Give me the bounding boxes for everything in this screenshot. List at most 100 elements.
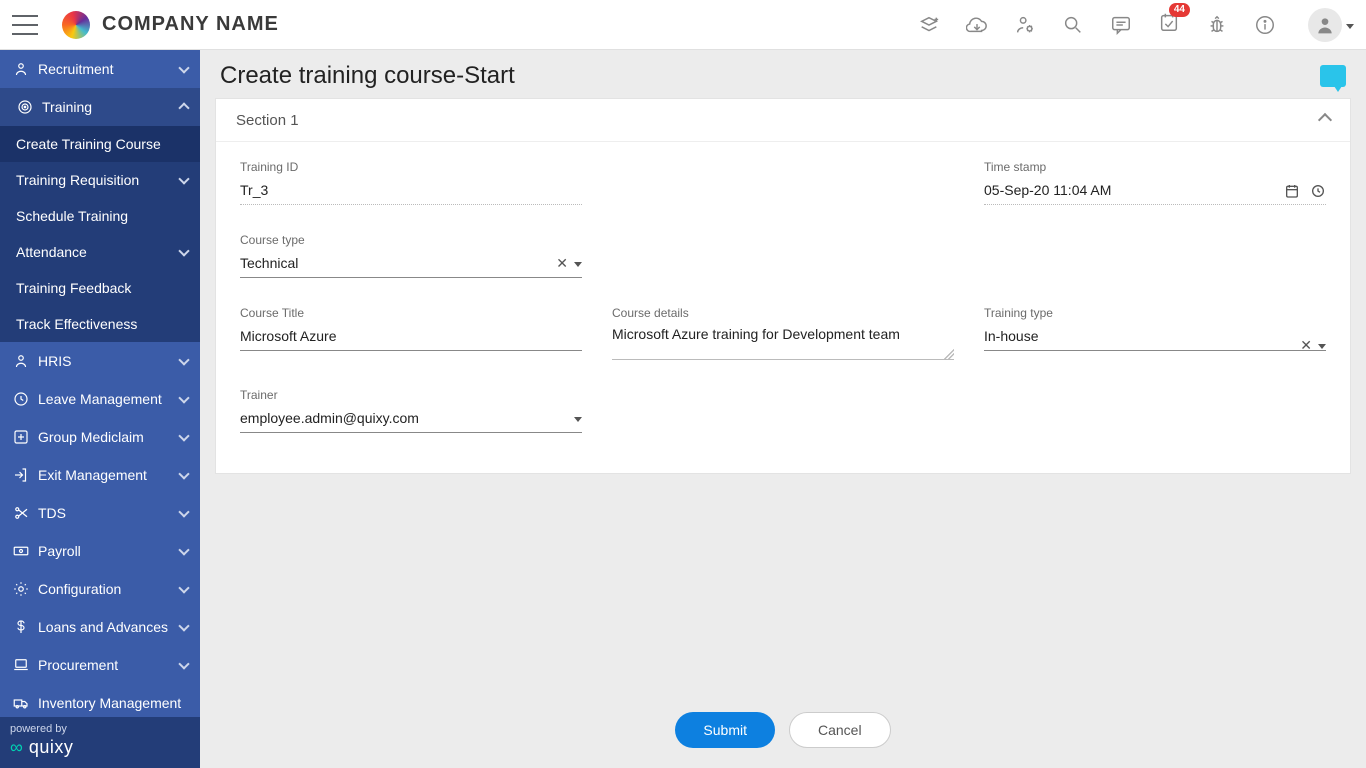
sidebar-item-schedule-training[interactable]: Schedule Training: [0, 198, 200, 234]
chevron-down-icon[interactable]: [574, 409, 582, 427]
dollar-icon: [12, 618, 30, 636]
chevron-down-icon: [180, 467, 188, 483]
sidebar-footer: powered by ∞ quixy: [0, 717, 200, 768]
exit-icon: [12, 466, 30, 484]
clear-icon[interactable]: ✕: [556, 255, 568, 272]
logo-icon: [62, 11, 90, 39]
chevron-up-icon: [1320, 111, 1330, 129]
sidebar: Recruitment Training Create Training Cou…: [0, 50, 200, 768]
truck-icon: [12, 694, 30, 712]
chevron-down-icon: [180, 244, 188, 260]
sidebar-item-leave-management[interactable]: Leave Management: [0, 380, 200, 418]
timestamp-label: Time stamp: [984, 160, 1326, 174]
course-type-value: Technical: [240, 253, 582, 278]
trainer-label: Trainer: [240, 388, 582, 402]
course-title-value: Microsoft Azure: [240, 326, 582, 351]
course-type-label: Course type: [240, 233, 582, 247]
timestamp-field[interactable]: Time stamp 05-Sep-20 11:04 AM: [984, 160, 1326, 205]
cloud-download-icon[interactable]: [966, 14, 988, 36]
training-type-value: In-house: [984, 326, 1326, 351]
chevron-down-icon: [180, 505, 188, 521]
course-details-field[interactable]: Course details Microsoft Azure training …: [612, 306, 954, 360]
sidebar-item-create-training-course[interactable]: Create Training Course: [0, 126, 200, 162]
sidebar-item-attendance[interactable]: Attendance: [0, 234, 200, 270]
scissors-icon: [12, 504, 30, 522]
chevron-down-icon: [180, 172, 188, 188]
main-content: Create training course-Start Section 1 T…: [200, 50, 1366, 768]
brand-logo[interactable]: ∞ quixy: [10, 737, 190, 758]
training-type-field[interactable]: Training type In-house ✕: [984, 306, 1326, 360]
clear-icon[interactable]: ✕: [1300, 337, 1312, 354]
course-details-value: Microsoft Azure training for Development…: [612, 326, 954, 360]
section-title: Section 1: [236, 112, 299, 129]
infinity-icon: ∞: [10, 737, 23, 758]
cancel-button[interactable]: Cancel: [789, 712, 891, 748]
timestamp-value: 05-Sep-20 11:04 AM: [984, 180, 1326, 205]
sidebar-item-configuration[interactable]: Configuration: [0, 570, 200, 608]
logo-area[interactable]: COMPANY NAME: [62, 11, 279, 39]
chevron-down-icon: [180, 391, 188, 407]
menu-toggle-icon[interactable]: [12, 15, 38, 35]
chevron-down-icon: [180, 657, 188, 673]
sidebar-item-exit-management[interactable]: Exit Management: [0, 456, 200, 494]
chevron-down-icon: [180, 543, 188, 559]
training-id-value: Tr_3: [240, 180, 582, 205]
user-menu[interactable]: [1308, 8, 1354, 42]
sidebar-item-tds[interactable]: TDS: [0, 494, 200, 532]
medical-icon: [12, 428, 30, 446]
sidebar-item-payroll[interactable]: Payroll: [0, 532, 200, 570]
person-icon: [12, 352, 30, 370]
user-settings-icon[interactable]: [1014, 14, 1036, 36]
info-icon[interactable]: [1254, 14, 1276, 36]
bug-icon[interactable]: [1206, 14, 1228, 36]
trainer-value: employee.admin@quixy.com: [240, 408, 582, 433]
trainer-field[interactable]: Trainer employee.admin@quixy.com: [240, 388, 582, 433]
sidebar-item-training[interactable]: Training: [0, 88, 200, 126]
search-icon[interactable]: [1062, 14, 1084, 36]
training-id-label: Training ID: [240, 160, 582, 174]
sidebar-item-hris[interactable]: HRIS: [0, 342, 200, 380]
chevron-down-icon: [180, 581, 188, 597]
company-name: COMPANY NAME: [102, 13, 279, 36]
submit-button[interactable]: Submit: [675, 712, 775, 748]
header-actions: 44: [918, 8, 1354, 42]
target-icon: [16, 98, 34, 116]
chevron-down-icon[interactable]: [1318, 336, 1326, 354]
sidebar-item-training-feedback[interactable]: Training Feedback: [0, 270, 200, 306]
notification-badge: 44: [1169, 3, 1190, 17]
chevron-down-icon: [180, 61, 188, 77]
clock-icon: [12, 390, 30, 408]
chevron-down-icon: [180, 353, 188, 369]
money-icon: [12, 542, 30, 560]
clock-icon[interactable]: [1310, 183, 1326, 199]
chevron-down-icon: [1346, 16, 1354, 34]
tasks-icon[interactable]: 44: [1158, 11, 1180, 38]
chat-icon[interactable]: [1320, 65, 1346, 87]
chevron-down-icon: [180, 429, 188, 445]
sidebar-item-group-mediclaim[interactable]: Group Mediclaim: [0, 418, 200, 456]
layers-add-icon[interactable]: [918, 14, 940, 36]
sidebar-item-track-effectiveness[interactable]: Track Effectiveness: [0, 306, 200, 342]
avatar-icon: [1308, 8, 1342, 42]
course-details-label: Course details: [612, 306, 954, 320]
sidebar-item-recruitment[interactable]: Recruitment: [0, 50, 200, 88]
course-type-field[interactable]: Course type Technical ✕: [240, 233, 582, 278]
recruitment-icon: [12, 60, 30, 78]
course-title-label: Course Title: [240, 306, 582, 320]
section-header[interactable]: Section 1: [216, 99, 1350, 141]
sidebar-item-procurement[interactable]: Procurement: [0, 646, 200, 684]
chevron-down-icon: [180, 619, 188, 635]
sidebar-item-training-requisition[interactable]: Training Requisition: [0, 162, 200, 198]
training-id-field[interactable]: Training ID Tr_3: [240, 160, 582, 205]
resize-handle-icon[interactable]: [944, 349, 954, 359]
message-icon[interactable]: [1110, 14, 1132, 36]
sidebar-item-loans-advances[interactable]: Loans and Advances: [0, 608, 200, 646]
course-title-field[interactable]: Course Title Microsoft Azure: [240, 306, 582, 360]
form-actions: Submit Cancel: [200, 712, 1366, 748]
laptop-icon: [12, 656, 30, 674]
chevron-down-icon[interactable]: [574, 254, 582, 272]
calendar-icon[interactable]: [1284, 183, 1300, 199]
gear-icon: [12, 580, 30, 598]
top-header: COMPANY NAME 44: [0, 0, 1366, 50]
sidebar-item-inventory-management[interactable]: Inventory Management: [0, 684, 200, 717]
